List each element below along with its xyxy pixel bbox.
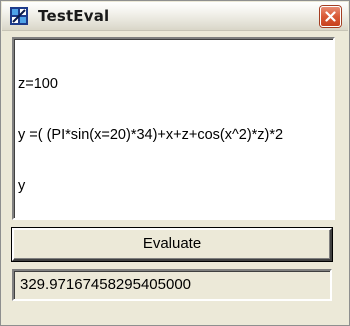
app-icon	[10, 7, 28, 25]
result-field[interactable]: 329.97167458295405000	[12, 269, 332, 301]
close-button[interactable]	[320, 6, 341, 27]
expression-editor[interactable]: z=100 y =( (PI*sin(x=20)*34)+x+z+cos(x^2…	[12, 37, 335, 220]
close-icon	[325, 11, 336, 22]
evaluate-button[interactable]: Evaluate	[12, 228, 332, 261]
title-bar[interactable]: TestEval	[2, 2, 348, 31]
window-title: TestEval	[38, 7, 110, 25]
main-window: TestEval z=100 y =( (PI*sin(x=20)*34)+x+…	[0, 0, 350, 326]
editor-line: z=100	[18, 76, 58, 92]
editor-line: y	[18, 178, 26, 194]
editor-line: y =( (PI*sin(x=20)*34)+x+z+cos(x^2)*z)*2	[18, 127, 284, 143]
